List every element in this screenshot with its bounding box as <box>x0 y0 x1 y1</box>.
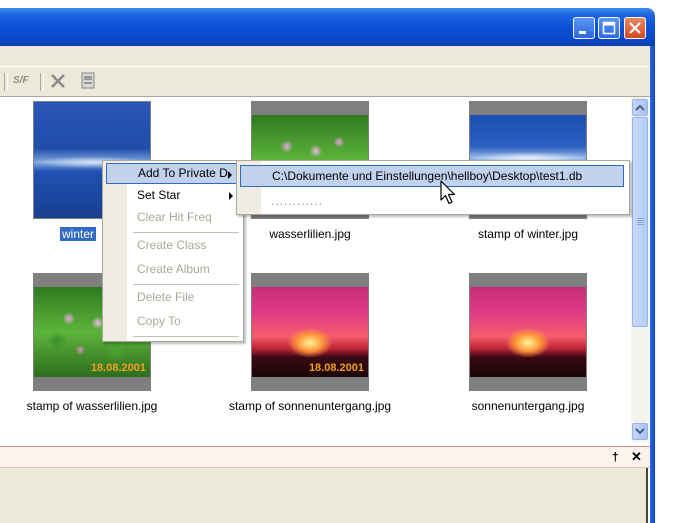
thumbnail-caption: sonnenuntergang.jpg <box>471 399 585 413</box>
minimize-button[interactable] <box>573 17 595 39</box>
panel-body <box>0 468 648 523</box>
thumbnail-image: 18.08.2001 <box>252 287 368 377</box>
thumbnail-sonnenuntergang[interactable] <box>469 273 587 391</box>
thumbnail-caption: wasserlilien.jpg <box>269 227 351 241</box>
scroll-thumb[interactable] <box>632 117 648 327</box>
minimize-icon <box>579 31 586 34</box>
menu-separator <box>133 284 239 285</box>
thumbnail-caption: stamp of winter.jpg <box>477 227 579 241</box>
close-panel-icon[interactable]: ✕ <box>631 449 642 465</box>
delete-icon <box>51 74 65 88</box>
delete-button[interactable] <box>49 72 67 93</box>
close-window-button[interactable] <box>624 17 646 39</box>
submenu-arrow-icon <box>229 192 233 200</box>
scroll-down-button[interactable] <box>632 423 648 440</box>
window-titlebar <box>0 8 655 46</box>
chevron-up-icon <box>635 104 645 111</box>
menu-separator <box>133 336 239 337</box>
menu-item-create-class[interactable]: Create Class <box>106 235 239 256</box>
menu-bar <box>0 46 650 66</box>
menu-item-create-album[interactable]: Create Album <box>106 259 239 280</box>
menu-item-add-to-private-db[interactable]: Add To Private D <box>106 163 239 184</box>
menu-separator <box>133 232 239 233</box>
document-button[interactable] <box>78 71 98 94</box>
submenu-item-more[interactable]: ............ <box>240 191 624 213</box>
thumbnail-caption: stamp of sonnenuntergang.jpg <box>228 399 392 413</box>
document-icon <box>81 72 95 89</box>
thumbnail-caption: winter <box>60 227 97 241</box>
panel-header: † ✕ <box>0 446 650 468</box>
thumbnail-caption: stamp of wasserlilien.jpg <box>26 399 158 413</box>
menu-item-clear-hit-freq[interactable]: Clear Hit Freq <box>106 207 239 228</box>
pin-icon[interactable]: † <box>612 450 619 464</box>
vertical-scrollbar[interactable] <box>631 97 649 442</box>
mouse-cursor-icon <box>440 180 456 205</box>
submenu-item-db-path[interactable]: C:\Dokumente und Einstellungen\hellboy\D… <box>240 165 624 187</box>
sf-button[interactable]: S/F <box>13 75 29 86</box>
scroll-up-button[interactable] <box>632 99 648 116</box>
menu-item-delete-file[interactable]: Delete File <box>106 287 239 308</box>
menu-item-copy-to[interactable]: Copy To <box>106 311 239 332</box>
maximize-button[interactable] <box>598 17 620 39</box>
maximize-icon <box>602 21 616 35</box>
private-db-submenu: C:\Dokumente und Einstellungen\hellboy\D… <box>236 160 630 215</box>
thumbnail-view: winter wasserlilien.jpg stamp of winter.… <box>0 97 630 442</box>
toolbar-separator <box>40 73 44 91</box>
toolbar-separator <box>4 73 8 91</box>
date-stamp: 18.08.2001 <box>308 362 364 374</box>
toolbar: S/F <box>0 66 650 97</box>
thumbnail-image <box>470 287 586 377</box>
date-stamp: 18.08.2001 <box>90 362 146 374</box>
window-frame-right <box>650 46 655 523</box>
chevron-down-icon <box>635 428 645 435</box>
menu-item-set-star[interactable]: Set Star <box>106 185 239 206</box>
thumbnail-stamp-of-sonnenuntergang[interactable]: 18.08.2001 <box>251 273 369 391</box>
submenu-arrow-icon <box>228 171 232 179</box>
close-icon <box>629 22 641 34</box>
context-menu: Add To Private D Set Star Clear Hit Freq… <box>102 160 244 342</box>
